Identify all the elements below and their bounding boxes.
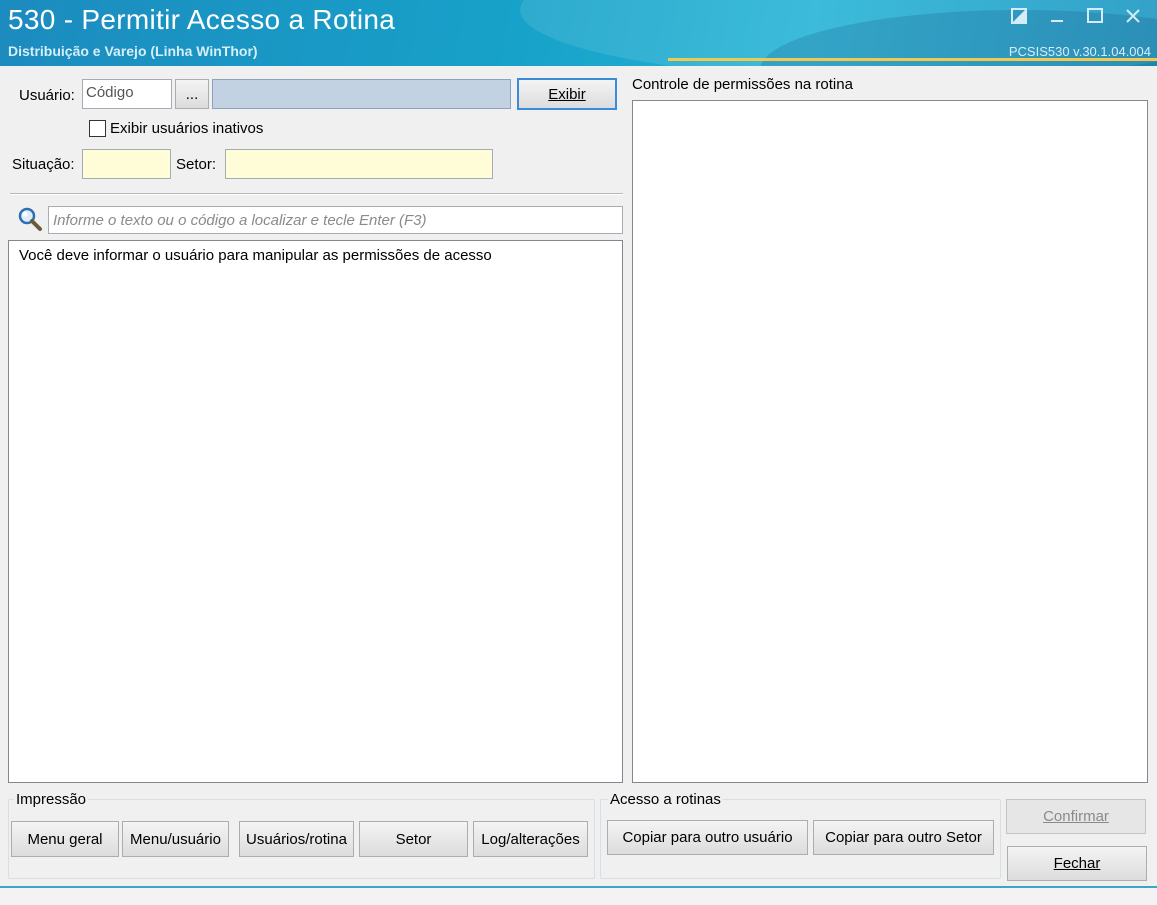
status-bar xyxy=(0,886,1157,905)
setor-button[interactable]: Setor xyxy=(359,821,468,857)
exibir-button-label: Exibir xyxy=(548,85,586,103)
permissions-label: Controle de permissões na rotina xyxy=(632,76,853,93)
routines-message: Você deve informar o usuário para manipu… xyxy=(19,247,492,264)
window-controls xyxy=(1007,4,1145,28)
situacao-label: Situação: xyxy=(12,156,75,173)
routines-tree[interactable]: Você deve informar o usuário para manipu… xyxy=(8,240,623,783)
usuarios-rotina-button[interactable]: Usuários/rotina xyxy=(239,821,354,857)
confirmar-button[interactable]: Confirmar xyxy=(1006,799,1146,834)
version-label: PCSIS530 v.30.1.04.004 xyxy=(1008,44,1151,59)
minimize-icon[interactable] xyxy=(1045,4,1069,28)
setor-field[interactable] xyxy=(225,149,493,179)
search-icon[interactable] xyxy=(17,206,43,232)
window-subtitle: Distribuição e Varejo (Linha WinThor) xyxy=(8,43,258,59)
acesso-group-title: Acesso a rotinas xyxy=(608,791,723,808)
exibir-button[interactable]: Exibir xyxy=(517,78,617,110)
usuario-name-field xyxy=(212,79,511,109)
copiar-setor-button[interactable]: Copiar para outro Setor xyxy=(813,820,994,855)
impressao-group-title: Impressão xyxy=(14,791,89,808)
search-input[interactable]: Informe o texto ou o código a localizar … xyxy=(48,206,623,234)
inactive-users-checkbox[interactable] xyxy=(89,120,106,137)
usuario-code-input[interactable]: Código xyxy=(82,79,172,109)
copiar-usuario-button[interactable]: Copiar para outro usuário xyxy=(607,820,808,855)
maximize-icon[interactable] xyxy=(1083,4,1107,28)
situacao-field[interactable] xyxy=(82,149,171,179)
usuario-label: Usuário: xyxy=(19,87,75,104)
menu-geral-button[interactable]: Menu geral xyxy=(11,821,119,857)
inactive-users-label: Exibir usuários inativos xyxy=(110,120,264,137)
permissions-panel[interactable] xyxy=(632,100,1148,783)
confirmar-button-label: Confirmar xyxy=(1043,808,1109,825)
fechar-button[interactable]: Fechar xyxy=(1007,846,1147,881)
skin-toggle-icon[interactable] xyxy=(1007,4,1031,28)
close-icon[interactable] xyxy=(1121,4,1145,28)
permissions-label-text: Controle de permissões na rotina xyxy=(632,76,853,93)
title-bar: 530 - Permitir Acesso a Rotina Distribui… xyxy=(0,0,1157,66)
separator xyxy=(10,193,623,195)
log-alteracoes-button[interactable]: Log/alterações xyxy=(473,821,588,857)
fechar-button-label: Fechar xyxy=(1053,855,1101,872)
menu-usuario-button[interactable]: Menu/usuário xyxy=(122,821,229,857)
setor-label: Setor: xyxy=(176,156,217,173)
user-lookup-button[interactable]: ... xyxy=(175,79,209,109)
window-title: 530 - Permitir Acesso a Rotina xyxy=(8,4,396,35)
